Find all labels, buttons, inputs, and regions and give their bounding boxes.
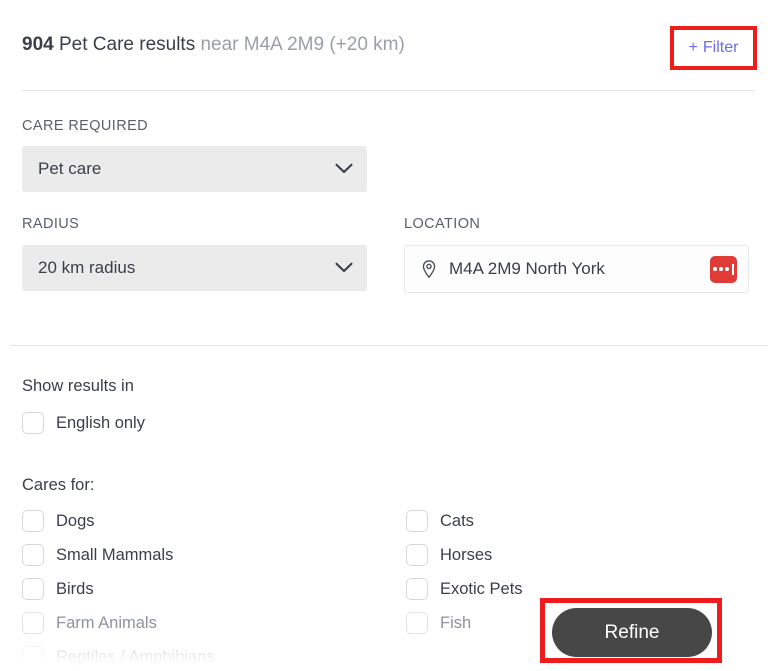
divider-middle — [10, 345, 768, 346]
radius-select[interactable]: 20 km radius — [22, 245, 367, 291]
checkbox-box — [406, 510, 428, 532]
location-label: LOCATION — [404, 216, 481, 232]
radius-label: RADIUS — [22, 216, 80, 232]
checkbox-label: Fish — [440, 613, 472, 632]
results-location-note: near M4A 2M9 (+20 km) — [200, 34, 405, 55]
checkbox-cats[interactable]: Cats — [406, 509, 474, 533]
checkbox-label: Dogs — [56, 511, 95, 530]
checkbox-label: Exotic Pets — [440, 579, 523, 598]
checkbox-box — [22, 646, 44, 668]
care-required-select[interactable]: Pet care — [22, 146, 367, 192]
checkbox-label: Cats — [440, 511, 474, 530]
text-cursor-icon — [732, 263, 735, 275]
checkbox-fish[interactable]: Fish — [406, 611, 471, 635]
filter-button-annotation: + Filter — [670, 26, 757, 70]
checkbox-label: Small Mammals — [56, 545, 174, 564]
map-pin-icon — [422, 260, 436, 279]
checkbox-box — [22, 544, 44, 566]
checkbox-exotic-pets[interactable]: Exotic Pets — [406, 577, 523, 601]
results-label: Pet Care results — [53, 34, 196, 55]
chevron-down-icon — [327, 245, 361, 291]
plus-icon: + — [688, 39, 698, 56]
checkbox-birds[interactable]: Birds — [22, 577, 94, 601]
checkbox-horses[interactable]: Horses — [406, 543, 492, 567]
checkbox-english-only[interactable]: English only — [22, 411, 145, 435]
chevron-down-icon — [327, 146, 361, 192]
refine-button[interactable]: Refine — [552, 608, 712, 657]
show-results-label: Show results in — [22, 377, 134, 395]
dot-icon — [725, 267, 729, 271]
location-more-options-button[interactable] — [710, 255, 737, 283]
checkbox-small-mammals[interactable]: Small Mammals — [22, 543, 173, 567]
refine-button-annotation: Refine — [540, 598, 722, 663]
results-header: 904 Pet Care results near M4A 2M9 (+20 k… — [0, 0, 778, 90]
radius-value: 20 km radius — [38, 258, 136, 277]
cares-for-label: Cares for: — [22, 476, 95, 494]
divider-top — [22, 90, 755, 91]
checkbox-box — [406, 544, 428, 566]
filter-button-label: Filter — [702, 39, 739, 56]
filter-panel: 904 Pet Care results near M4A 2M9 (+20 k… — [0, 0, 778, 671]
checkbox-farm-animals[interactable]: Farm Animals — [22, 611, 157, 635]
dot-icon — [712, 267, 717, 271]
results-summary: 904 Pet Care results near M4A 2M9 (+20 k… — [22, 33, 405, 57]
checkbox-box — [406, 578, 428, 600]
checkbox-dogs[interactable]: Dogs — [22, 509, 95, 533]
results-count: 904 — [22, 34, 54, 55]
checkbox-box — [22, 412, 44, 434]
checkbox-box — [22, 578, 44, 600]
checkbox-label: English only — [56, 413, 145, 432]
checkbox-label: Horses — [440, 545, 493, 564]
location-value: M4A 2M9 North York — [449, 259, 605, 278]
location-input[interactable]: M4A 2M9 North York — [404, 245, 749, 293]
filter-button[interactable]: + Filter — [674, 30, 753, 66]
checkbox-box — [406, 612, 428, 634]
checkbox-label: Reptiles / Amphibians — [56, 647, 215, 666]
checkbox-label: Farm Animals — [56, 613, 157, 632]
care-required-value: Pet care — [38, 159, 102, 178]
dot-icon — [719, 267, 723, 271]
checkbox-label: Birds — [56, 579, 94, 598]
care-required-label: CARE REQUIRED — [22, 118, 149, 134]
checkbox-box — [22, 510, 44, 532]
checkbox-reptiles-amphibians[interactable]: Reptiles / Amphibians — [22, 645, 215, 669]
checkbox-box — [22, 612, 44, 634]
